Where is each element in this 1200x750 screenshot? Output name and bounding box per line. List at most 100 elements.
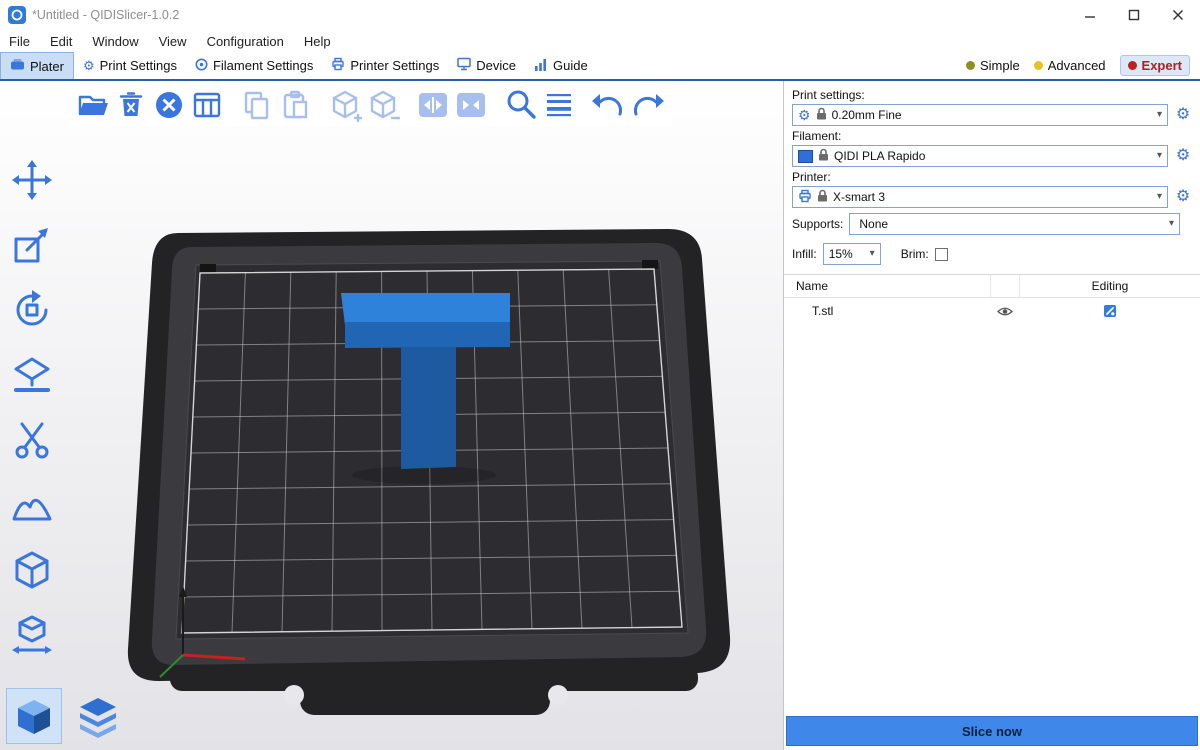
tab-bar: Plater ⚙ Print Settings Filament Setting… — [0, 52, 1200, 81]
menu-help[interactable]: Help — [294, 34, 341, 49]
app-window: *Untitled - QIDISlicer-1.0.2 File Edit W… — [0, 0, 1200, 750]
mode-simple[interactable]: Simple — [966, 58, 1020, 73]
eye-icon[interactable] — [990, 298, 1020, 324]
column-editing: Editing — [1020, 279, 1200, 293]
undo-icon[interactable] — [590, 85, 628, 125]
minimize-button[interactable] — [1068, 0, 1112, 30]
filament-label: Filament: — [784, 126, 1200, 145]
gear-icon: ⚙ — [798, 108, 811, 122]
tab-label: Device — [476, 58, 516, 73]
tab-filament-settings[interactable]: Filament Settings — [186, 52, 322, 79]
gear-icon: ⚙ — [83, 59, 95, 72]
variable-layer-height-icon[interactable] — [540, 85, 578, 125]
arrange-icon[interactable] — [188, 85, 226, 125]
infill-combo[interactable]: 15% ▾ — [823, 243, 881, 265]
print-settings-gear-button[interactable]: ⚙ — [1174, 107, 1192, 123]
window-title: *Untitled - QIDISlicer-1.0.2 — [32, 8, 179, 22]
chevron-down-icon: ▾ — [1169, 219, 1174, 229]
menu-view[interactable]: View — [149, 34, 197, 49]
settings-sidebar: Print settings: ⚙ 0.20mm Fine ▾ ⚙ Filame… — [783, 81, 1200, 750]
build-plate-scene[interactable] — [0, 81, 783, 750]
copy-icon[interactable] — [238, 85, 276, 125]
tab-plater[interactable]: Plater — [0, 52, 74, 79]
filament-color-swatch — [798, 150, 813, 163]
supports-label: Supports: — [792, 217, 843, 231]
redo-icon[interactable] — [628, 85, 666, 125]
filament-value: QIDI PLA Rapido — [834, 149, 1152, 163]
rotate-icon[interactable] — [6, 285, 58, 335]
split-to-objects-icon[interactable] — [414, 85, 452, 125]
scale-icon[interactable] — [6, 220, 58, 270]
seam-painting-icon[interactable] — [6, 545, 58, 595]
chevron-down-icon: ▾ — [870, 249, 875, 259]
3d-viewport[interactable] — [0, 81, 783, 750]
tab-label: Print Settings — [100, 58, 177, 73]
paint-on-supports-icon[interactable] — [6, 480, 58, 530]
view-mode-toggles — [6, 688, 126, 744]
tab-print-settings[interactable]: ⚙ Print Settings — [74, 52, 186, 79]
maximize-button[interactable] — [1112, 0, 1156, 30]
menu-file[interactable]: File — [0, 34, 40, 49]
delete-icon[interactable] — [112, 85, 150, 125]
chevron-down-icon: ▾ — [1157, 151, 1162, 161]
printer-gear-button[interactable]: ⚙ — [1174, 189, 1192, 205]
open-folder-icon[interactable] — [74, 85, 112, 125]
object-row[interactable]: T.stl — [784, 298, 1200, 324]
layers-preview-icon[interactable] — [70, 688, 126, 744]
tab-label: Printer Settings — [350, 58, 439, 73]
printer-combo[interactable]: X-smart 3 ▾ — [792, 186, 1168, 208]
tab-label: Plater — [30, 59, 64, 74]
3d-editor-view-icon[interactable] — [6, 688, 62, 744]
search-icon[interactable] — [502, 85, 540, 125]
device-icon — [457, 57, 471, 74]
print-settings-label: Print settings: — [784, 85, 1200, 104]
paste-icon[interactable] — [276, 85, 314, 125]
infill-value: 15% — [829, 247, 865, 261]
tab-label: Guide — [553, 58, 588, 73]
lock-icon — [817, 189, 828, 205]
printer-icon — [331, 57, 345, 74]
move-icon[interactable] — [6, 155, 58, 205]
print-settings-value: 0.20mm Fine — [832, 108, 1152, 122]
supports-combo[interactable]: None ▾ — [849, 213, 1180, 235]
slice-now-button[interactable]: Slice now — [786, 716, 1198, 746]
brim-label: Brim: — [901, 247, 929, 261]
mode-dot — [1128, 61, 1137, 70]
split-to-parts-icon[interactable] — [452, 85, 490, 125]
object-list: Name Editing T.stl — [784, 274, 1200, 712]
spool-icon — [195, 58, 208, 74]
lock-icon — [816, 107, 827, 123]
close-button[interactable] — [1156, 0, 1200, 30]
chevron-down-icon: ▾ — [1157, 110, 1162, 120]
cut-icon[interactable] — [6, 415, 58, 465]
measure-icon[interactable] — [6, 610, 58, 660]
menu-configuration[interactable]: Configuration — [197, 34, 294, 49]
plater-icon — [10, 58, 25, 74]
filament-combo[interactable]: QIDI PLA Rapido ▾ — [792, 145, 1168, 167]
editing-icon[interactable] — [1020, 304, 1200, 318]
tab-label: Filament Settings — [213, 58, 313, 73]
infill-label: Infill: — [792, 247, 817, 261]
filament-gear-button[interactable]: ⚙ — [1174, 148, 1192, 164]
tab-device[interactable]: Device — [448, 52, 525, 79]
brim-checkbox[interactable] — [935, 248, 948, 261]
mode-advanced[interactable]: Advanced — [1034, 58, 1106, 73]
column-visibility — [990, 275, 1020, 297]
guide-bars-icon — [534, 58, 548, 74]
object-list-body[interactable] — [784, 324, 1200, 712]
place-on-face-icon[interactable] — [6, 350, 58, 400]
mode-dot — [966, 61, 975, 70]
menu-edit[interactable]: Edit — [40, 34, 82, 49]
mode-dot — [1034, 61, 1043, 70]
supports-value: None — [855, 217, 1164, 231]
menu-window[interactable]: Window — [82, 34, 148, 49]
mode-expert[interactable]: Expert — [1120, 55, 1190, 76]
remove-instance-icon[interactable] — [364, 85, 402, 125]
tab-guide[interactable]: Guide — [525, 52, 597, 79]
mode-switcher: Simple Advanced Expert — [966, 52, 1200, 79]
delete-all-icon[interactable] — [150, 85, 188, 125]
printer-value: X-smart 3 — [833, 190, 1152, 204]
tab-printer-settings[interactable]: Printer Settings — [322, 52, 448, 79]
print-settings-combo[interactable]: ⚙ 0.20mm Fine ▾ — [792, 104, 1168, 126]
add-instance-icon[interactable] — [326, 85, 364, 125]
